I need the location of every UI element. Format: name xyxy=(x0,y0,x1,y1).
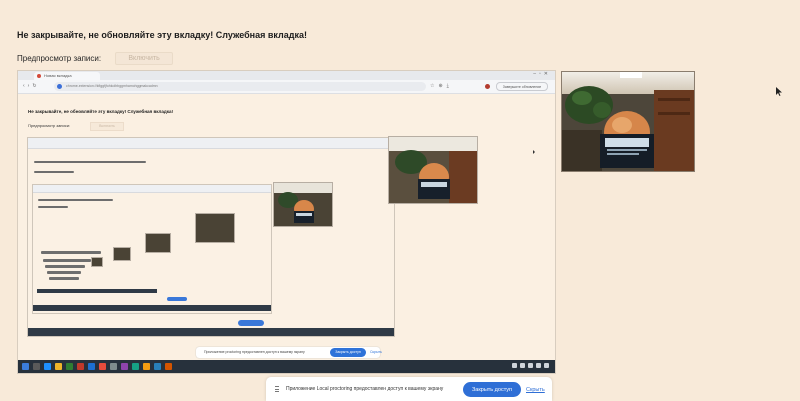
taskbar-app-icon xyxy=(121,363,128,370)
taskbar-app-icon xyxy=(88,363,95,370)
tray-icon xyxy=(528,363,533,368)
nested-camera-image xyxy=(274,183,332,226)
nested-camera-preview-5 xyxy=(91,257,103,267)
nested-stair-3 xyxy=(45,265,85,268)
captured-cursor-icon xyxy=(533,150,535,154)
nested-preview-line-2 xyxy=(38,206,68,208)
browser-tab-strip: Новая вкладка –▫✕ xyxy=(18,71,555,80)
extension-icons: ☆⊕⤓ xyxy=(430,83,453,89)
profile-avatar-icon xyxy=(485,84,490,89)
screen-share-preview: Новая вкладка –▫✕ ‹›↻ chrome-extension:/… xyxy=(17,70,556,374)
enable-preview-button[interactable]: Включить xyxy=(115,52,174,65)
taskbar-app-icon xyxy=(66,363,73,370)
nested-share-button xyxy=(238,320,264,326)
nested-warning-line xyxy=(34,161,146,163)
site-info-icon xyxy=(57,84,62,89)
nested-taskbar xyxy=(28,328,394,336)
captured-warning-text: Не закрывайте, не обновляйте эту вкладку… xyxy=(28,109,173,114)
nested-camera-preview xyxy=(273,182,333,227)
camera-image xyxy=(562,72,694,171)
drag-handle-icon[interactable] xyxy=(275,386,279,392)
taskbar-app-icon xyxy=(44,363,51,370)
captured-camera-image xyxy=(389,137,477,203)
tray-icon xyxy=(512,363,517,368)
nested-warning-line-2 xyxy=(38,199,113,201)
tab-favicon-icon xyxy=(37,74,41,78)
taskbar-app-icon xyxy=(110,363,117,370)
nested-camera-preview-2 xyxy=(195,213,235,243)
captured-toggle-button: Включить xyxy=(90,122,124,131)
taskbar-app-icon xyxy=(77,363,84,370)
nested-capture-1 xyxy=(27,137,395,337)
camera-preview xyxy=(561,71,695,172)
stop-sharing-button[interactable]: Закрыть доступ xyxy=(463,382,521,397)
taskbar-app-icon xyxy=(165,363,172,370)
browser-tab-title: Новая вкладка xyxy=(44,73,72,78)
taskbar-app-icon xyxy=(143,363,150,370)
nested-stair-1 xyxy=(41,251,101,254)
nested-capture-2 xyxy=(32,184,272,314)
nested-stair-4 xyxy=(47,271,81,274)
nested-share-button-2 xyxy=(167,297,187,301)
nested-preview-line xyxy=(34,171,74,173)
captured-hide-link: Скрыть xyxy=(370,350,382,354)
nested-camera-preview-4 xyxy=(113,247,131,261)
captured-system-tray xyxy=(512,363,549,368)
taskbar-app-icon xyxy=(99,363,106,370)
hide-notification-link[interactable]: Скрыть xyxy=(526,385,545,395)
taskbar-app-icon xyxy=(154,363,161,370)
window-controls-icon: –▫✕ xyxy=(533,71,551,77)
captured-taskbar xyxy=(18,360,555,373)
nested-stair-2 xyxy=(43,259,91,262)
captured-stop-share-button: Закрыть доступ xyxy=(330,348,366,357)
taskbar-app-icon xyxy=(132,363,139,370)
address-text: chrome-extension://kfiggfjfohkolhbggmham… xyxy=(66,84,158,88)
warning-text: Не закрывайте, не обновляйте эту вкладку… xyxy=(17,30,307,40)
preview-label: Предпросмотр записи: xyxy=(17,54,102,63)
proctoring-service-page: Не закрывайте, не обновляйте эту вкладку… xyxy=(0,0,800,401)
taskbar-app-icon xyxy=(33,363,40,370)
captured-taskbar-icons xyxy=(22,363,172,370)
taskbar-app-icon xyxy=(22,363,29,370)
nested-toolbar xyxy=(28,138,394,149)
tray-icon xyxy=(520,363,525,368)
notification-text: Приложение Local proctoring предоставлен… xyxy=(286,386,444,392)
taskbar-app-icon xyxy=(55,363,62,370)
captured-preview-label: Предпросмотр записи: xyxy=(28,123,71,128)
nested-toolbar-2 xyxy=(33,185,271,193)
browser-tab: Новая вкладка xyxy=(34,72,100,80)
tray-icon xyxy=(544,363,549,368)
nested-stair-5 xyxy=(49,277,79,280)
browser-toolbar: ‹›↻ chrome-extension://kfiggfjfohkolhbgg… xyxy=(18,80,555,94)
nested-taskbar-3 xyxy=(33,305,271,311)
nested-taskbar-2 xyxy=(37,289,157,293)
captured-camera-preview xyxy=(388,136,478,204)
mouse-cursor-icon xyxy=(776,87,782,96)
nested-camera-preview-3 xyxy=(145,233,171,253)
tray-icon xyxy=(536,363,541,368)
browser-update-menu: Завершите обновление xyxy=(496,82,548,91)
preview-row: Предпросмотр записи: Включить xyxy=(17,52,174,65)
navigation-arrows-icon: ‹›↻ xyxy=(23,83,40,89)
address-bar: chrome-extension://kfiggfjfohkolhbggmham… xyxy=(54,82,426,91)
